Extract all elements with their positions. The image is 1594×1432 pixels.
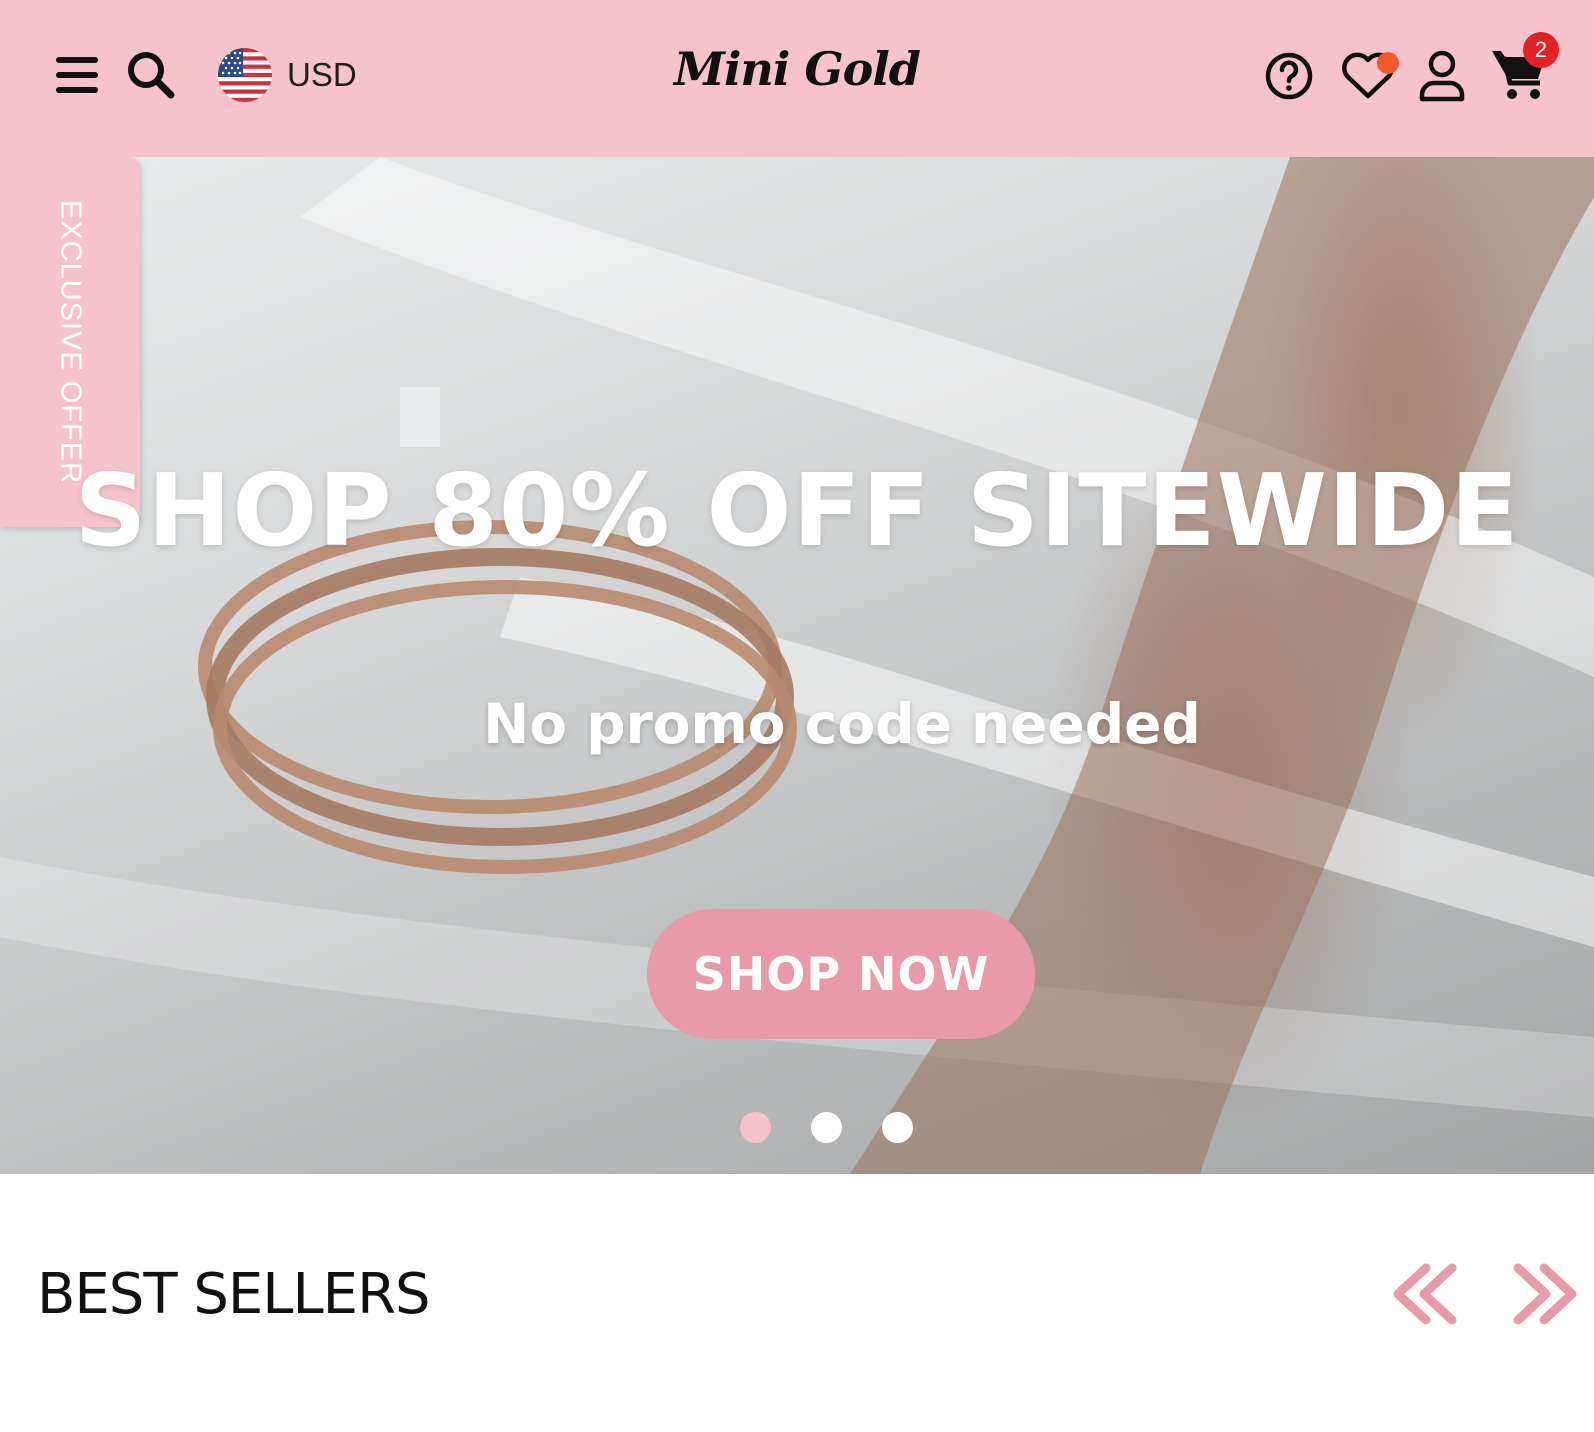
chevron-double-right-icon[interactable] bbox=[1510, 1262, 1580, 1326]
carousel-dot-3[interactable] bbox=[882, 1112, 913, 1143]
site-header: USD Mini Gold 2 bbox=[0, 0, 1594, 157]
user-icon[interactable] bbox=[1418, 50, 1466, 102]
exclusive-offer-label: EXCLUSIVE OFFER bbox=[54, 199, 87, 485]
hero-banner: EXCLUSIVE OFFER SHOP 80% OFF SITEWIDE No… bbox=[0, 157, 1594, 1174]
hero-subheadline: No promo code needed bbox=[483, 692, 1201, 756]
carousel-dot-2[interactable] bbox=[811, 1112, 842, 1143]
best-sellers-title: BEST SELLERS bbox=[37, 1262, 431, 1327]
wishlist-notification-dot bbox=[1377, 52, 1399, 74]
shop-now-button[interactable]: SHOP NOW bbox=[647, 909, 1035, 1039]
help-icon[interactable] bbox=[1264, 51, 1314, 101]
hero-headline: SHOP 80% OFF SITEWIDE bbox=[74, 452, 1520, 569]
cart-count-badge: 2 bbox=[1523, 32, 1559, 68]
carousel-dot-1[interactable] bbox=[740, 1112, 771, 1143]
carousel-dots bbox=[0, 1112, 1594, 1143]
chevron-double-left-icon[interactable] bbox=[1390, 1262, 1460, 1326]
